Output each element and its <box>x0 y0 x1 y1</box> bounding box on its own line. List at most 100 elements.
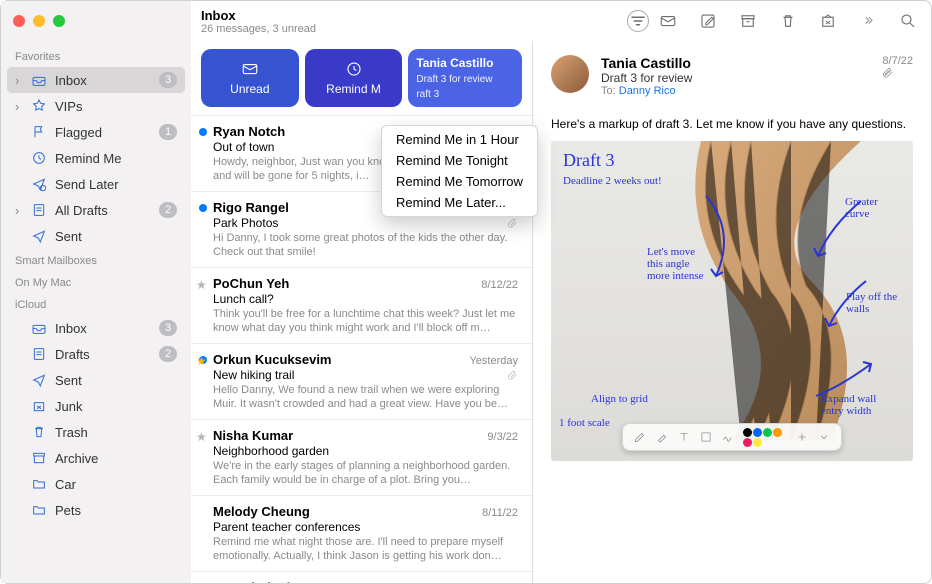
envelope-icon <box>241 60 259 78</box>
message-sender: Mavuri Singh <box>213 580 295 583</box>
reader-to-line: To: Danny Rico <box>601 85 870 97</box>
reader-date: 8/7/22 <box>882 55 913 67</box>
menu-item[interactable]: Remind Me Tonight <box>382 150 537 171</box>
attachment-image[interactable]: Draft 3 Deadline 2 weeks out! Let's move… <box>551 141 913 461</box>
color-swatch[interactable] <box>743 438 752 447</box>
sidebar-section-favorites: Favorites <box>7 45 185 67</box>
message-row[interactable]: ★Orkun KucuksevimYesterdayNew hiking tra… <box>191 343 532 419</box>
message-row[interactable]: ★Nisha Kumar9/3/22Neighborhood gardenWe'… <box>191 419 532 495</box>
flag-icon <box>31 124 47 140</box>
markup-toolbar <box>622 423 842 451</box>
star-icon <box>31 98 47 114</box>
sidebar-item-all-drafts[interactable]: ›All Drafts2 <box>7 197 185 223</box>
unread-dot <box>199 128 207 136</box>
annotation-title: Draft 3 <box>563 151 614 171</box>
sidebar-item-junk[interactable]: Junk <box>7 393 185 419</box>
sidebar-item-archive[interactable]: Archive <box>7 445 185 471</box>
sidebar-item-sent[interactable]: Sent <box>7 367 185 393</box>
to-value: Danny Rico <box>619 85 676 97</box>
message-sender: Melody Cheung <box>213 504 310 519</box>
folder-icon <box>31 476 47 492</box>
sidebar-item-drafts[interactable]: Drafts2 <box>7 341 185 367</box>
shapes-tool-icon[interactable] <box>699 430 713 444</box>
menu-item[interactable]: Remind Me Later... <box>382 192 537 213</box>
menu-item[interactable]: Remind Me in 1 Hour <box>382 129 537 150</box>
card-remind[interactable]: Remind M <box>305 49 403 107</box>
mailbox-title: Inbox <box>201 8 316 23</box>
sidebar-item-label: Send Later <box>55 177 177 192</box>
junk-icon[interactable] <box>819 12 837 30</box>
send-later-icon <box>31 176 47 192</box>
main-area: Favorites ›Inbox3›VIPsFlagged1Remind Me S… <box>1 41 931 583</box>
mailbox-heading: Inbox 26 messages, 3 unread <box>201 8 316 35</box>
color-swatch[interactable] <box>773 428 782 437</box>
clock-icon <box>345 60 363 78</box>
color-swatch[interactable] <box>753 438 762 447</box>
card-unread[interactable]: Unread <box>201 49 299 107</box>
message-subject: Lunch call? <box>213 292 518 306</box>
compose-icon[interactable] <box>699 12 717 30</box>
sent-icon <box>31 372 47 388</box>
sidebar-item-label: Drafts <box>55 347 151 362</box>
message-row[interactable]: Melody Cheung8/11/22Parent teacher confe… <box>191 495 532 571</box>
card-flagged-message[interactable]: Tania Castillo Draft 3 for review raft 3 <box>408 49 522 107</box>
text-tool-icon[interactable] <box>677 430 691 444</box>
sidebar-item-label: Sent <box>55 373 177 388</box>
filter-button[interactable] <box>627 10 649 32</box>
sidebar-item-label: Junk <box>55 399 177 414</box>
plus-icon[interactable] <box>795 430 809 444</box>
message-sender: Rigo Rangel <box>213 200 289 215</box>
sidebar-item-inbox[interactable]: ›Inbox3 <box>7 67 185 93</box>
sidebar-item-label: Trash <box>55 425 177 440</box>
color-swatch[interactable] <box>743 428 752 437</box>
sidebar-item-pets[interactable]: Pets <box>7 497 185 523</box>
avatar[interactable] <box>551 55 589 93</box>
color-swatch[interactable] <box>753 428 762 437</box>
message-subject: Parent teacher conferences <box>213 520 518 534</box>
card-remind-label: Remind M <box>326 82 381 96</box>
trash-icon[interactable] <box>779 12 797 30</box>
badge: 3 <box>159 72 177 88</box>
collapse-icon[interactable] <box>817 430 831 444</box>
suggestion-cards: Unread Remind M Tania Castillo Draft 3 f… <box>191 41 532 115</box>
remind-context-menu: Remind Me in 1 HourRemind Me TonightRemi… <box>381 125 538 217</box>
sign-tool-icon[interactable] <box>721 430 735 444</box>
color-palette[interactable] <box>743 428 787 447</box>
archive-icon[interactable] <box>739 12 757 30</box>
close-window-button[interactable] <box>13 15 25 27</box>
star-icon: ★ <box>196 430 207 444</box>
sidebar-item-car[interactable]: Car <box>7 471 185 497</box>
archive-icon <box>31 450 47 466</box>
color-swatch[interactable] <box>763 428 772 437</box>
sidebar-section-smart: Smart Mailboxes <box>7 249 185 271</box>
sidebar: Favorites ›Inbox3›VIPsFlagged1Remind Me S… <box>1 41 191 583</box>
message-preview: Hi Danny, I took some great photos of th… <box>213 231 518 259</box>
card-unread-label: Unread <box>230 82 269 96</box>
pen-tool-icon[interactable] <box>633 430 647 444</box>
envelope-icon[interactable] <box>659 12 677 30</box>
reader-text: Here's a markup of draft 3. Let me know … <box>547 111 917 137</box>
traffic-lights <box>13 15 65 27</box>
message-row[interactable]: ★PoChun Yeh8/12/22Lunch call?Think you'l… <box>191 267 532 343</box>
message-row[interactable]: Mavuri Singh8/20/22 <box>191 571 532 583</box>
filter-icon <box>629 12 647 30</box>
star-icon: ★ <box>196 354 207 368</box>
message-date: 9/3/22 <box>487 431 518 443</box>
sidebar-item-sent[interactable]: Sent <box>7 223 185 249</box>
sidebar-item-trash[interactable]: Trash <box>7 419 185 445</box>
titlebar-center: Inbox 26 messages, 3 unread <box>191 8 659 35</box>
message-preview: Hello Danny, We found a new trail when w… <box>213 383 518 411</box>
minimize-window-button[interactable] <box>33 15 45 27</box>
card-flag-sender: Tania Castillo <box>416 56 493 70</box>
search-icon[interactable] <box>899 12 917 30</box>
sidebar-item-send-later[interactable]: Send Later <box>7 171 185 197</box>
menu-item[interactable]: Remind Me Tomorrow <box>382 171 537 192</box>
sidebar-item-remind-me[interactable]: Remind Me <box>7 145 185 171</box>
marker-tool-icon[interactable] <box>655 430 669 444</box>
sidebar-item-vips[interactable]: ›VIPs <box>7 93 185 119</box>
inbox-icon <box>31 72 47 88</box>
sidebar-item-inbox[interactable]: Inbox3 <box>7 315 185 341</box>
maximize-window-button[interactable] <box>53 15 65 27</box>
sidebar-item-flagged[interactable]: Flagged1 <box>7 119 185 145</box>
more-icon[interactable] <box>859 12 877 30</box>
